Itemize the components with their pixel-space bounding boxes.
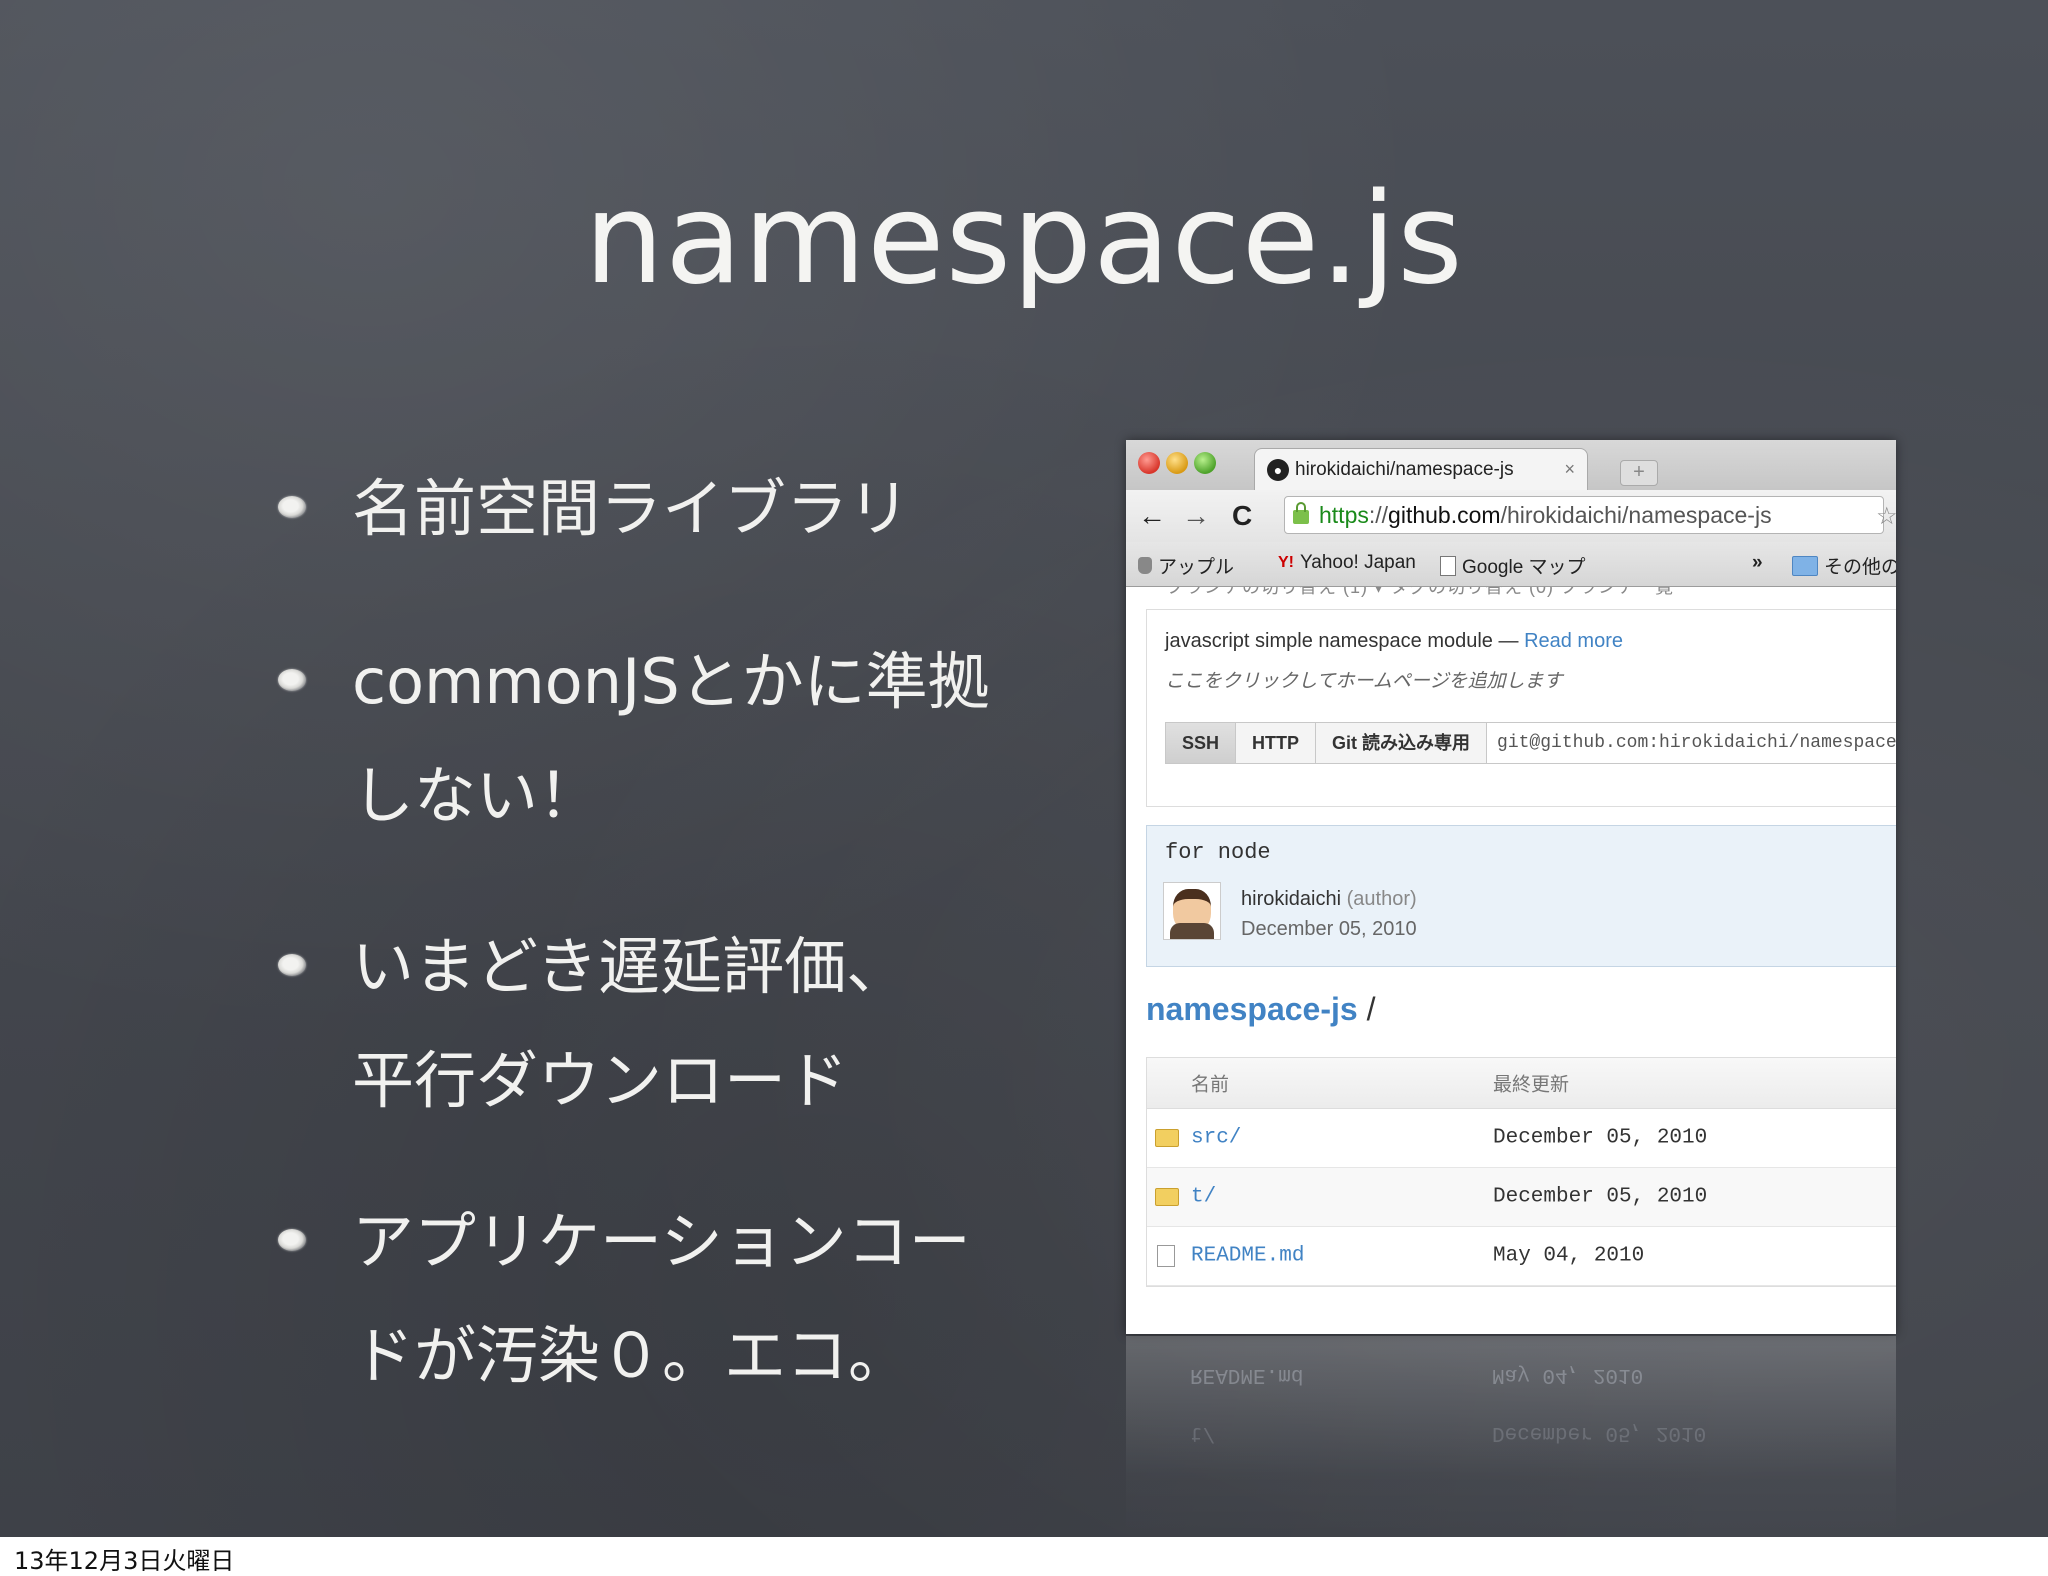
clone-url-bar: SSH HTTP Git 読み込み専用 git@github.com:hirok…	[1165, 722, 1896, 764]
url-separator: ://	[1368, 501, 1389, 528]
clone-url-field[interactable]: git@github.com:hirokidaichi/namespace-js…	[1487, 723, 1896, 763]
file-date: December 05, 2010	[1493, 1185, 1708, 1209]
bookmark-label: Yahoo! Japan	[1300, 552, 1416, 573]
clone-git-readonly-button[interactable]: Git 読み込み専用	[1316, 723, 1488, 763]
bookmark-label: アップル	[1158, 557, 1235, 578]
bullet-text: アプリケーションコー ドが汚染０。エコ。	[352, 1205, 971, 1392]
latest-commit-box: for node hirokidaichi (author) December …	[1146, 825, 1896, 967]
table-row[interactable]: src/ December 05, 2010	[1147, 1109, 1896, 1168]
repo-description-box: javascript simple namespace module — Rea…	[1146, 609, 1896, 807]
url-host: github.com	[1388, 501, 1501, 528]
folder-icon	[1792, 555, 1818, 576]
folder-icon	[1155, 1188, 1179, 1206]
table-row[interactable]: t/ December 05, 2010	[1147, 1168, 1896, 1227]
commit-author: hirokidaichi (author)	[1241, 888, 1417, 911]
table-row[interactable]: README.md May 04, 2010	[1147, 1227, 1896, 1286]
add-homepage-link[interactable]: ここをクリックしてホームページを追加します	[1165, 666, 1562, 693]
close-window-icon[interactable]	[1138, 452, 1160, 474]
file-date: May 04, 2010	[1493, 1244, 1645, 1268]
slide-title: namespace.js	[584, 165, 1464, 312]
clone-ssh-button[interactable]: SSH	[1166, 723, 1237, 763]
zoom-window-icon[interactable]	[1194, 452, 1216, 474]
bullet-text: commonJSとかに準拠 しない！	[352, 645, 990, 832]
screenshot-reflection: README.md May 04, 2010 t/ December 05, 2…	[1126, 1336, 1896, 1536]
reflection-file-name: t/	[1190, 1421, 1216, 1444]
read-more-link[interactable]: Read more	[1524, 630, 1623, 652]
description-dash: —	[1492, 630, 1525, 652]
bullet-text: 名前空間ライブラリ	[352, 472, 911, 545]
back-arrow-icon[interactable]: ←	[1138, 500, 1166, 532]
bookmark-star-icon[interactable]: ☆	[1876, 502, 1896, 531]
reflection-file-date: May 04, 2010	[1492, 1363, 1644, 1386]
file-name-link[interactable]: t/	[1191, 1186, 1216, 1209]
reflection-row: README.md May 04, 2010	[1126, 1344, 1896, 1402]
bookmark-google-maps[interactable]: Google マップ	[1440, 552, 1586, 579]
author-tag: (author)	[1341, 888, 1417, 910]
bookmark-apple[interactable]: アップル	[1138, 552, 1234, 579]
other-bookmarks-label: その他の	[1824, 557, 1896, 578]
forward-arrow-icon[interactable]: →	[1182, 500, 1210, 532]
file-date: December 05, 2010	[1493, 1126, 1708, 1150]
tab-title: hirokidaichi/namespace-js	[1295, 458, 1514, 480]
author-name[interactable]: hirokidaichi	[1241, 888, 1341, 910]
github-icon: ●	[1267, 458, 1289, 481]
url-path: /hirokidaichi/namespace-js	[1500, 501, 1772, 528]
breadcrumb: namespace-js /	[1146, 991, 1375, 1028]
footer-date: 13年12月3日火曜日	[14, 1547, 235, 1575]
bookmarks-bar: アップル Y! Yahoo! Japan Google マップ » その他の	[1126, 542, 1896, 587]
breadcrumb-separator: /	[1357, 991, 1376, 1027]
bookmarks-overflow-button[interactable]: »	[1752, 552, 1763, 574]
bookmark-label: Google マップ	[1462, 557, 1586, 578]
slide: namespace.js 名前空間ライブラリ commonJSとかに準拠 しない…	[0, 0, 2048, 1537]
commit-message: for node	[1165, 840, 1271, 865]
file-name-link[interactable]: src/	[1191, 1127, 1241, 1150]
repo-description: javascript simple namespace module — Rea…	[1165, 630, 1623, 653]
bullet-icon	[278, 496, 306, 518]
bullet-icon	[278, 954, 306, 976]
apple-icon	[1138, 557, 1152, 574]
browser-window: ● hirokidaichi/namespace-js × + ← → C ht…	[1126, 440, 1896, 1334]
new-tab-button[interactable]: +	[1620, 460, 1658, 486]
browser-toolbar: ← → C https://github.com/hirokidaichi/na…	[1126, 490, 1896, 542]
column-header-name: 名前	[1191, 1074, 1230, 1096]
clone-http-button[interactable]: HTTP	[1236, 723, 1317, 763]
bullet-text: いまどき遅延評価、 平行ダウンロード	[352, 930, 909, 1117]
file-name-link[interactable]: README.md	[1191, 1245, 1304, 1268]
bullet-icon	[278, 1229, 306, 1251]
folder-icon	[1155, 1129, 1179, 1147]
description-text: javascript simple namespace module	[1165, 630, 1493, 652]
avatar	[1163, 882, 1221, 940]
minimize-window-icon[interactable]	[1166, 452, 1188, 474]
reflection-row: t/ December 05, 2010	[1126, 1402, 1896, 1460]
file-table: 名前 最終更新 src/ December 05, 2010 t/ Decemb…	[1146, 1057, 1896, 1287]
column-header-updated: 最終更新	[1493, 1074, 1570, 1096]
branch-switcher-cutoff: ブランチの切り替え (1) ▾ タグの切り替え (0) ブランチ一覧	[1166, 587, 1675, 597]
lock-icon	[1293, 502, 1309, 524]
table-header: 名前 最終更新	[1147, 1058, 1896, 1109]
yahoo-icon: Y!	[1278, 554, 1294, 571]
page-icon	[1440, 555, 1456, 576]
commit-date: December 05, 2010	[1241, 918, 1417, 940]
breadcrumb-repo-link[interactable]: namespace-js	[1146, 991, 1358, 1027]
url-scheme: https	[1319, 501, 1369, 528]
bookmark-yahoo[interactable]: Y! Yahoo! Japan	[1278, 552, 1416, 574]
tab-close-icon[interactable]: ×	[1564, 459, 1575, 480]
reload-icon[interactable]: C	[1232, 500, 1252, 532]
reflection-file-name: README.md	[1190, 1363, 1304, 1386]
address-bar[interactable]: https://github.com/hirokidaichi/namespac…	[1284, 496, 1884, 534]
tab-github-repo[interactable]: ● hirokidaichi/namespace-js ×	[1254, 448, 1588, 490]
tab-strip: ● hirokidaichi/namespace-js × +	[1126, 440, 1896, 490]
other-bookmarks-folder[interactable]: その他の	[1792, 552, 1896, 579]
file-icon	[1157, 1245, 1175, 1267]
reflection-file-date: December 05, 2010	[1492, 1421, 1707, 1444]
page-content: ブランチの切り替え (1) ▾ タグの切り替え (0) ブランチ一覧 javas…	[1126, 587, 1896, 1334]
bullet-icon	[278, 669, 306, 691]
